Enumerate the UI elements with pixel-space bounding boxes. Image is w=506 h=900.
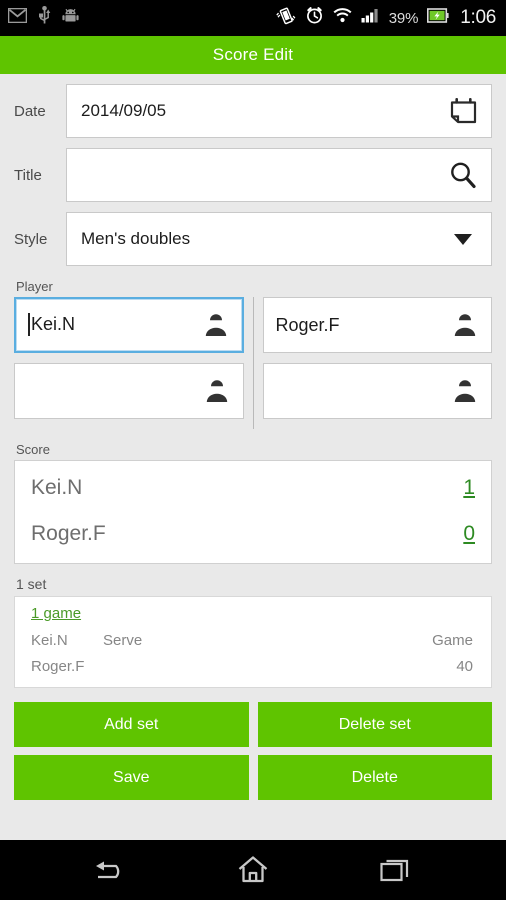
person-icon[interactable] [201, 378, 233, 404]
player-column-divider [252, 297, 254, 429]
android-icon [62, 7, 79, 29]
person-icon[interactable] [449, 378, 481, 404]
player-name-2: Roger.F [275, 314, 340, 335]
chevron-down-icon[interactable] [447, 231, 479, 247]
android-nav-bar [0, 840, 506, 900]
score-row[interactable]: Kei.N 1 [15, 465, 491, 511]
set-box: 1 game Kei.N Serve Game Roger.F 40 [14, 596, 492, 688]
page-title: Score Edit [212, 45, 294, 64]
home-icon[interactable] [223, 847, 283, 893]
title-label: Title [14, 166, 42, 184]
calendar-icon[interactable] [447, 97, 479, 125]
gmail-icon [7, 7, 28, 28]
delete-button[interactable]: Delete [257, 755, 492, 800]
player-field-4[interactable] [262, 363, 492, 419]
app-title-bar: Score Edit [0, 36, 506, 74]
battery-charging-icon [427, 8, 449, 28]
phone-screen: 39% 1:06 Score Edit Date 2014/09/05 Titl… [0, 0, 506, 900]
player-column-right: Roger.F [262, 297, 492, 429]
usb-icon [38, 6, 51, 30]
search-icon[interactable] [447, 160, 479, 190]
set-row: Kei.N Serve Game [15, 627, 491, 653]
style-label: Style [14, 230, 48, 248]
date-value: 2014/09/05 [81, 101, 167, 120]
title-field[interactable] [66, 148, 492, 202]
wifi-icon [333, 8, 352, 28]
player-field-2[interactable]: Roger.F [262, 297, 492, 353]
person-icon[interactable] [449, 312, 481, 338]
person-icon[interactable] [200, 312, 232, 338]
alarm-icon [305, 6, 324, 30]
score-box: Kei.N 1 Roger.F 0 [14, 460, 492, 564]
text-caret [28, 313, 30, 336]
add-set-button[interactable]: Add set [14, 702, 249, 747]
recents-icon[interactable] [365, 847, 425, 893]
player-name-1: Kei.N [28, 313, 200, 337]
player-grid: Kei.N Roger.F [0, 297, 506, 429]
set-row-serve: Serve [103, 631, 143, 649]
game-link[interactable]: 1 game [15, 603, 491, 627]
set-row-player: Kei.N [31, 631, 68, 649]
date-row: Date 2014/09/05 [0, 84, 506, 138]
score-value[interactable]: 0 [463, 522, 475, 546]
signal-icon [361, 8, 380, 28]
form-content: Date 2014/09/05 Title Style Men's double… [0, 74, 506, 840]
save-button[interactable]: Save [14, 755, 249, 800]
set-row-score: Game [432, 631, 473, 649]
player-section-label: Player [16, 279, 53, 294]
battery-percent-label: 39% [388, 9, 419, 27]
score-player-name: Kei.N [31, 476, 83, 499]
date-field[interactable]: 2014/09/05 [66, 84, 492, 138]
score-section-label: Score [16, 442, 50, 457]
set-row-player: Roger.F [31, 657, 85, 675]
set-row-score: 40 [456, 657, 473, 675]
action-buttons: Add set Delete set Save Delete [0, 702, 506, 800]
player-column-left: Kei.N [14, 297, 244, 429]
vibrate-icon [276, 7, 296, 30]
score-value[interactable]: 1 [463, 476, 475, 500]
style-value: Men's doubles [81, 229, 191, 248]
style-select[interactable]: Men's doubles [66, 212, 492, 266]
player-field-1[interactable]: Kei.N [14, 297, 244, 353]
status-bar-left-icons [7, 6, 79, 30]
set-row: Roger.F 40 [15, 653, 491, 679]
style-row: Style Men's doubles [0, 212, 506, 266]
player-field-3[interactable] [14, 363, 244, 419]
status-bar-right-icons: 39% 1:06 [276, 6, 496, 30]
date-label: Date [14, 102, 46, 120]
status-clock: 1:06 [460, 7, 496, 28]
delete-set-button[interactable]: Delete set [257, 702, 492, 747]
back-icon[interactable] [81, 847, 141, 893]
status-bar: 39% 1:06 [0, 0, 506, 36]
score-player-name: Roger.F [31, 522, 106, 545]
score-row[interactable]: Roger.F 0 [15, 511, 491, 557]
set-label: 1 set [16, 576, 47, 592]
title-row: Title [0, 148, 506, 202]
